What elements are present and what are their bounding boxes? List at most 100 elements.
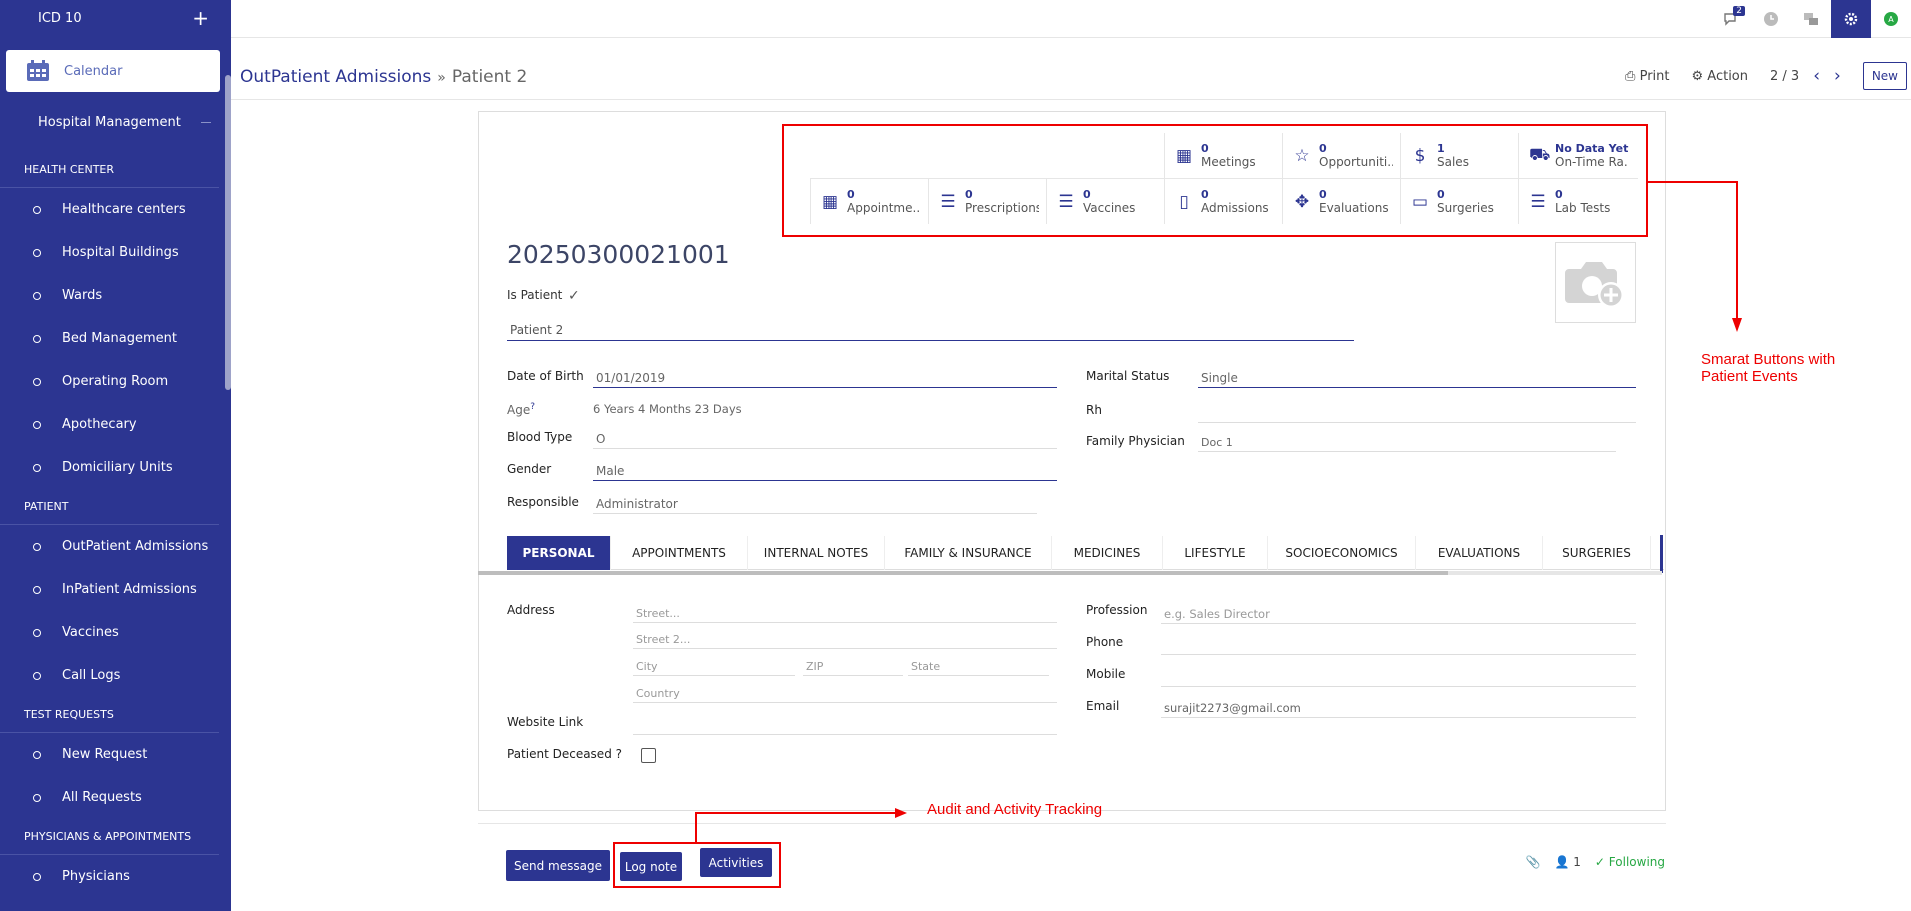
sidebar-item-call-logs[interactable]: Call Logs	[0, 654, 231, 697]
state-field[interactable]: State	[908, 658, 1049, 676]
circle-icon	[33, 671, 41, 680]
sidebar-item-outpatient-admissions[interactable]: OutPatient Admissions	[0, 525, 231, 568]
sidebar-item-domiciliary-units[interactable]: Domiciliary Units	[0, 446, 231, 489]
email-field[interactable]: surajit2273@gmail.com	[1161, 699, 1636, 718]
followers-count: 1	[1573, 855, 1581, 869]
smart-buttons-highlight	[782, 124, 1648, 237]
sidebar-scrollbar[interactable]	[225, 75, 231, 390]
tab-medicines[interactable]: MEDICINES	[1052, 536, 1163, 570]
blood-type-field[interactable]: O	[593, 430, 1057, 449]
camera-plus-icon	[1564, 261, 1624, 308]
tab-appointments[interactable]: APPOINTMENTS	[611, 536, 748, 570]
chevron-left-icon[interactable]: ‹	[1813, 66, 1820, 86]
tabs-scrollbar[interactable]	[478, 571, 1662, 575]
circle-icon	[33, 872, 41, 881]
zip-field[interactable]: ZIP	[803, 658, 903, 676]
sidebar-item-label: Operating Room	[62, 374, 169, 389]
profession-field[interactable]: e.g. Sales Director	[1161, 605, 1636, 624]
section-health-center: HEALTH CENTER	[0, 152, 219, 188]
tabs-scroll-indicator	[1660, 535, 1663, 573]
tab-personal[interactable]: PERSONAL	[507, 536, 611, 570]
mobile-field[interactable]	[1161, 667, 1636, 687]
new-button[interactable]: New	[1862, 62, 1907, 90]
sidebar-item-physicians[interactable]: Physicians	[0, 855, 231, 898]
sidebar-item-operating-room[interactable]: Operating Room	[0, 360, 231, 403]
circle-icon	[33, 205, 41, 214]
topbar: 2 A	[231, 0, 1911, 38]
arrow-right-icon	[895, 808, 907, 818]
family-physician-field[interactable]: Doc 1	[1198, 434, 1616, 452]
sidebar-item-healthcare-centers[interactable]: Healthcare centers	[0, 188, 231, 231]
circle-icon	[33, 248, 41, 257]
collapse-icon[interactable]	[201, 121, 211, 123]
avatar: A	[1884, 12, 1898, 26]
sidebar-item-vaccines[interactable]: Vaccines	[0, 611, 231, 654]
age-value: 6 Years 4 Months 23 Days	[593, 402, 742, 416]
sidebar-item-new-request[interactable]: New Request	[0, 733, 231, 776]
chat-button[interactable]: 2	[1711, 0, 1751, 38]
chatter-highlight	[613, 842, 781, 888]
sidebar: ICD 10 + Calendar Hospital Management HE…	[0, 0, 231, 911]
circle-icon	[33, 420, 41, 429]
phone-field[interactable]	[1161, 635, 1636, 655]
street2-field[interactable]: Street 2...	[633, 631, 1057, 649]
marital-status-field[interactable]: Single	[1198, 369, 1636, 388]
tab-evaluations[interactable]: EVALUATIONS	[1416, 536, 1543, 570]
gender-field[interactable]: Male	[593, 462, 1057, 481]
following-button[interactable]: ✓ Following	[1595, 855, 1665, 869]
tab-internal-notes[interactable]: INTERNAL NOTES	[748, 536, 885, 570]
tab-lifestyle[interactable]: LIFESTYLE	[1163, 536, 1268, 570]
deceased-checkbox[interactable]	[641, 748, 656, 763]
street-field[interactable]: Street...	[633, 605, 1057, 623]
responsible-field[interactable]: Administrator	[593, 495, 1037, 514]
sidebar-item-label: All Requests	[62, 790, 142, 805]
sidebar-item-wards[interactable]: Wards	[0, 274, 231, 317]
tab-surgeries[interactable]: SURGERIES	[1543, 536, 1651, 570]
sidebar-item-bed-management[interactable]: Bed Management	[0, 317, 231, 360]
help-icon[interactable]: ?	[530, 402, 535, 412]
hospital-management-menu[interactable]: Hospital Management	[0, 92, 231, 152]
section-patient: PATIENT	[0, 489, 219, 525]
user-icon: 👤	[1554, 855, 1570, 869]
tab-socioeconomics[interactable]: SOCIOECONOMICS	[1268, 536, 1416, 570]
tab-family-insurance[interactable]: FAMILY & INSURANCE	[885, 536, 1052, 570]
pager-value[interactable]: 2 / 3	[1770, 69, 1799, 84]
annotation-line	[1648, 181, 1738, 183]
photo-upload[interactable]	[1555, 242, 1636, 323]
print-button[interactable]: ⎙ Print	[1625, 69, 1669, 84]
city-field[interactable]: City	[633, 658, 795, 676]
breadcrumb-parent[interactable]: OutPatient Admissions	[240, 67, 431, 87]
followers-button[interactable]: 👤 1	[1555, 855, 1581, 869]
arrow-down-icon	[1732, 318, 1742, 332]
chevron-right-icon[interactable]: ›	[1834, 66, 1841, 86]
check-icon[interactable]: ✓	[568, 288, 580, 304]
clock-button[interactable]	[1751, 0, 1791, 38]
switch-button[interactable]	[1791, 0, 1831, 38]
sidebar-item-apothecary[interactable]: Apothecary	[0, 403, 231, 446]
user-menu[interactable]: A	[1871, 0, 1911, 38]
chat-count-badge: 2	[1733, 6, 1745, 16]
dob-field[interactable]: 01/01/2019	[593, 369, 1057, 388]
rh-field[interactable]	[1198, 403, 1636, 423]
sidebar-item-label: Wards	[62, 288, 103, 303]
settings-button[interactable]	[1831, 0, 1871, 38]
responsible-label: Responsible	[507, 495, 579, 509]
sidebar-item-all-requests[interactable]: All Requests	[0, 776, 231, 819]
tabs-scrollbar-thumb[interactable]	[478, 571, 1448, 575]
country-field[interactable]: Country	[633, 685, 1057, 703]
app-title[interactable]: ICD 10	[38, 11, 82, 26]
marital-status-label: Marital Status	[1086, 369, 1170, 383]
sidebar-item-inpatient-admissions[interactable]: InPatient Admissions	[0, 568, 231, 611]
action-button[interactable]: ⚙ Action	[1691, 69, 1748, 84]
blood-type-label: Blood Type	[507, 430, 573, 444]
plus-icon[interactable]: +	[192, 8, 209, 28]
patient-name-field[interactable]: Patient 2	[507, 320, 1354, 341]
sidebar-item-hospital-buildings[interactable]: Hospital Buildings	[0, 231, 231, 274]
paperclip-icon[interactable]: 📎	[1526, 855, 1541, 869]
calendar-app-button[interactable]: Calendar	[6, 50, 220, 92]
circle-icon	[33, 377, 41, 386]
sidebar-item-label: Physicians	[62, 869, 130, 884]
website-field[interactable]	[633, 715, 1057, 735]
send-message-button[interactable]: Send message	[506, 850, 610, 881]
clock-icon	[1764, 12, 1778, 26]
